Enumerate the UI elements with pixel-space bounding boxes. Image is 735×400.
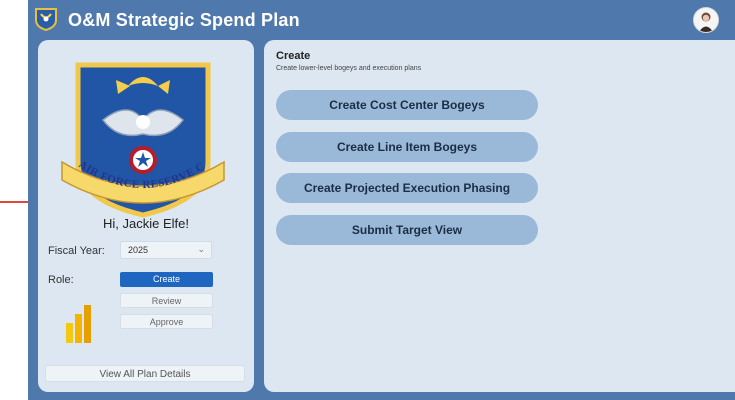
user-avatar-icon[interactable] [693,7,719,33]
create-panel: Create Create lower-level bogeys and exe… [264,40,735,392]
role-review-button[interactable]: Review [120,293,213,308]
create-cost-center-bogeys-button[interactable]: Create Cost Center Bogeys [276,90,538,120]
role-label: Role: [48,274,74,286]
air-force-reserve-command-emblem: AIR FORCE RESERVE COMMAND [58,50,225,218]
red-accent-line [0,201,28,203]
section-subtitle: Create lower-level bogeys and execution … [276,65,422,72]
app-title: O&M Strategic Spend Plan [68,10,300,30]
command-shield-icon [35,8,57,31]
create-projected-execution-phasing-button[interactable]: Create Projected Execution Phasing [276,173,538,203]
section-title: Create [276,50,311,62]
user-greeting: Hi, Jackie Elfe! [103,216,189,231]
fiscal-year-value: 2025 [128,245,149,255]
create-line-item-bogeys-button[interactable]: Create Line Item Bogeys [276,132,538,162]
user-panel: AIR FORCE RESERVE COMMAND Hi, Jackie Elf… [38,40,254,392]
submit-target-view-button[interactable]: Submit Target View [276,215,538,245]
power-bi-icon [66,305,91,343]
fiscal-year-dropdown[interactable]: 2025 ⌄ [120,241,212,259]
chevron-down-icon: ⌄ [197,244,205,254]
role-approve-button[interactable]: Approve [120,314,213,329]
view-all-plan-details-button[interactable]: View All Plan Details [45,365,245,382]
header-bar: O&M Strategic Spend Plan [28,0,735,40]
role-create-button[interactable]: Create [120,272,213,287]
fiscal-year-label: Fiscal Year: [48,245,105,257]
app-window: O&M Strategic Spend Plan AIR FORCE RESER… [28,0,735,400]
